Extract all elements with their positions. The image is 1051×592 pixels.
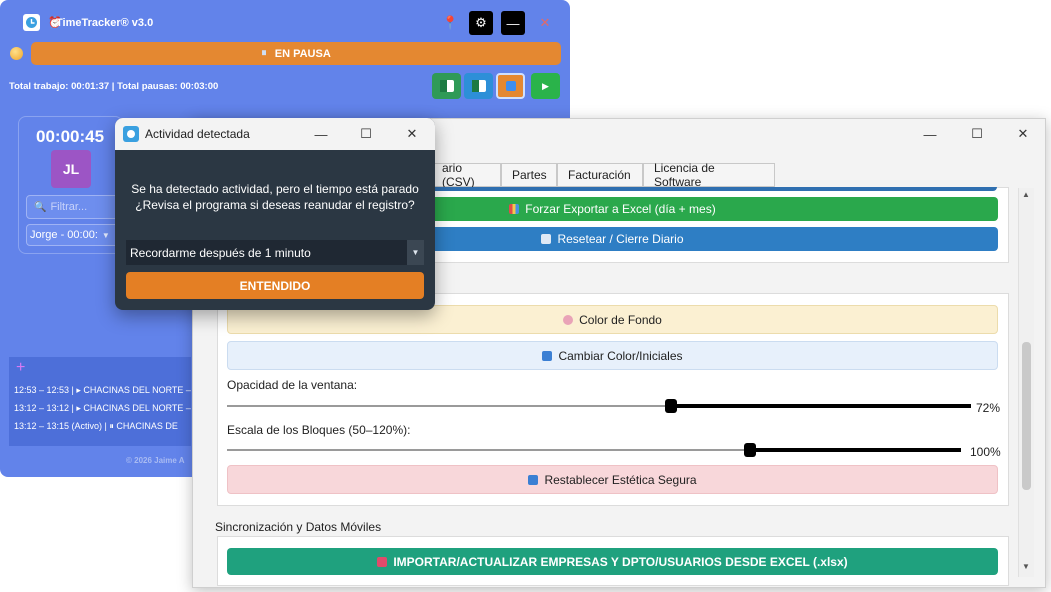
settings-button[interactable]: ⚙ xyxy=(469,11,493,35)
filter-input[interactable]: 🔍 Filtrar... xyxy=(26,195,122,219)
dialog-title: Actividad detectada xyxy=(145,127,250,141)
excel-icon xyxy=(439,80,454,92)
activity-dialog: Actividad detectada — ☐ ✕ Se ha detectad… xyxy=(115,118,435,310)
dialog-message-line1: Se ha detectado actividad, pero el tiemp… xyxy=(131,182,419,196)
close-button[interactable]: ✕ xyxy=(535,13,555,33)
log-entry[interactable]: 13:12 – 13:12 | ▸ CHACINAS DEL NORTE – xyxy=(14,403,191,414)
palette-icon xyxy=(563,314,574,325)
dialog-message-line2: ¿Revisa el programa si deseas reanudar e… xyxy=(135,198,415,212)
chevron-down-icon: ▼ xyxy=(101,230,110,240)
import-label: IMPORTAR/ACTUALIZAR EMPRESAS Y DPTO/USUA… xyxy=(393,554,848,569)
scale-label: Escala de los Bloques (50–120%): xyxy=(227,423,411,437)
tab-diario-csv[interactable]: ario (CSV) xyxy=(431,161,501,189)
timer-display: 00:00:45 xyxy=(36,127,105,146)
add-entry-button[interactable]: + xyxy=(16,359,25,377)
pause-label: EN PAUSA xyxy=(274,47,331,60)
change-initials-button[interactable]: Cambiar Color/Iniciales xyxy=(227,341,998,370)
tab-licencia-software[interactable]: Licencia de Software xyxy=(643,161,775,189)
dialog-close-button[interactable]: ✕ xyxy=(402,124,422,144)
scale-slider-fill xyxy=(750,448,961,452)
bg-color-label: Color de Fondo xyxy=(579,312,662,327)
tab-partes[interactable]: Partes xyxy=(501,163,557,187)
log-entry[interactable]: 13:12 – 13:15 (Activo) | ⏸ CHACINAS DE xyxy=(14,421,178,432)
window-minimize-button[interactable]: — xyxy=(919,123,941,145)
opacity-slider-thumb[interactable] xyxy=(665,399,677,413)
import-excel-button[interactable]: IMPORTAR/ACTUALIZAR EMPRESAS Y DPTO/USUA… xyxy=(227,548,998,575)
export-label: Forzar Exportar a Excel (día + mes) xyxy=(525,202,716,216)
scroll-thumb[interactable] xyxy=(1022,342,1031,490)
export-excel-button[interactable] xyxy=(432,73,461,99)
play-button[interactable]: ▶ xyxy=(531,73,560,99)
search-icon: 🔍 xyxy=(34,201,47,213)
minimize-button[interactable]: — xyxy=(501,11,525,35)
avatar[interactable]: JL xyxy=(51,150,91,188)
reset-label: Resetear / Cierre Diario xyxy=(557,232,684,246)
restore-icon xyxy=(528,474,539,485)
magnet-icon xyxy=(377,556,388,567)
user-select-value: Jorge - 00:00: xyxy=(30,229,98,241)
play-icon: ▶ xyxy=(542,80,549,91)
sync-section-label: Sincronización y Datos Móviles xyxy=(215,520,382,534)
scale-slider-thumb[interactable] xyxy=(744,443,756,457)
app-logo-icon xyxy=(123,126,139,142)
pause-button[interactable] xyxy=(496,73,525,99)
user-select[interactable]: Jorge - 00:00: ▼ xyxy=(26,224,122,246)
log-entry[interactable]: 12:53 – 12:53 | ▸ CHACINAS DEL NORTE – xyxy=(14,385,191,396)
scroll-down-icon[interactable]: ▼ xyxy=(1022,562,1030,571)
activity-log: + 12:53 – 12:53 | ▸ CHACINAS DEL NORTE –… xyxy=(9,357,191,446)
export-excel-month-button[interactable] xyxy=(464,73,493,99)
dialog-message: Se ha detectado actividad, pero el tiemp… xyxy=(115,181,435,213)
filter-placeholder: Filtrar... xyxy=(50,201,88,213)
tab-facturacion[interactable]: Facturación xyxy=(557,163,643,187)
opacity-value: 72% xyxy=(976,401,1001,415)
vertical-scrollbar[interactable]: ▲ ▼ xyxy=(1018,188,1034,577)
window-maximize-button[interactable]: ☐ xyxy=(966,123,988,145)
reminder-select-value: Recordarme después de 1 minuto xyxy=(130,245,311,260)
scale-value: 100% xyxy=(970,445,1001,459)
status-indicator xyxy=(10,47,23,60)
pause-status-bar[interactable]: ⏸ EN PAUSA xyxy=(31,42,561,65)
refresh-icon xyxy=(541,234,552,244)
opacity-slider-fill xyxy=(671,404,971,408)
pin-icon[interactable]: 📍 xyxy=(442,15,458,31)
restore-label: Restablecer Estética Segura xyxy=(544,472,697,487)
reminder-select[interactable]: Recordarme después de 1 minuto ▼ xyxy=(126,240,424,265)
excel-icon xyxy=(471,80,486,92)
bar-chart-icon xyxy=(509,204,520,214)
totals-text: Total trabajo: 00:01:37 | Total pausas: … xyxy=(9,81,219,92)
app-logo-icon xyxy=(23,14,40,31)
restore-style-button[interactable]: Restablecer Estética Segura xyxy=(227,465,998,494)
dialog-minimize-button[interactable]: — xyxy=(311,124,331,144)
dialog-ok-button[interactable]: ENTENDIDO xyxy=(126,272,424,299)
window-close-button[interactable]: ✕ xyxy=(1012,123,1034,145)
initials-label: Cambiar Color/Iniciales xyxy=(558,348,683,363)
app-title: TimeTracker® v3.0 xyxy=(56,17,154,29)
chevron-down-icon: ▼ xyxy=(407,240,424,265)
pause-icon: ⏸ xyxy=(261,47,267,59)
scroll-up-icon[interactable]: ▲ xyxy=(1022,190,1030,199)
pause-icon xyxy=(505,81,516,91)
grid-icon xyxy=(542,350,553,361)
dialog-maximize-button[interactable]: ☐ xyxy=(356,124,376,144)
dialog-titlebar: Actividad detectada — ☐ ✕ xyxy=(115,118,435,150)
opacity-label: Opacidad de la ventana: xyxy=(227,378,358,392)
copyright-footer: © 2026 Jaime A xyxy=(126,456,185,465)
